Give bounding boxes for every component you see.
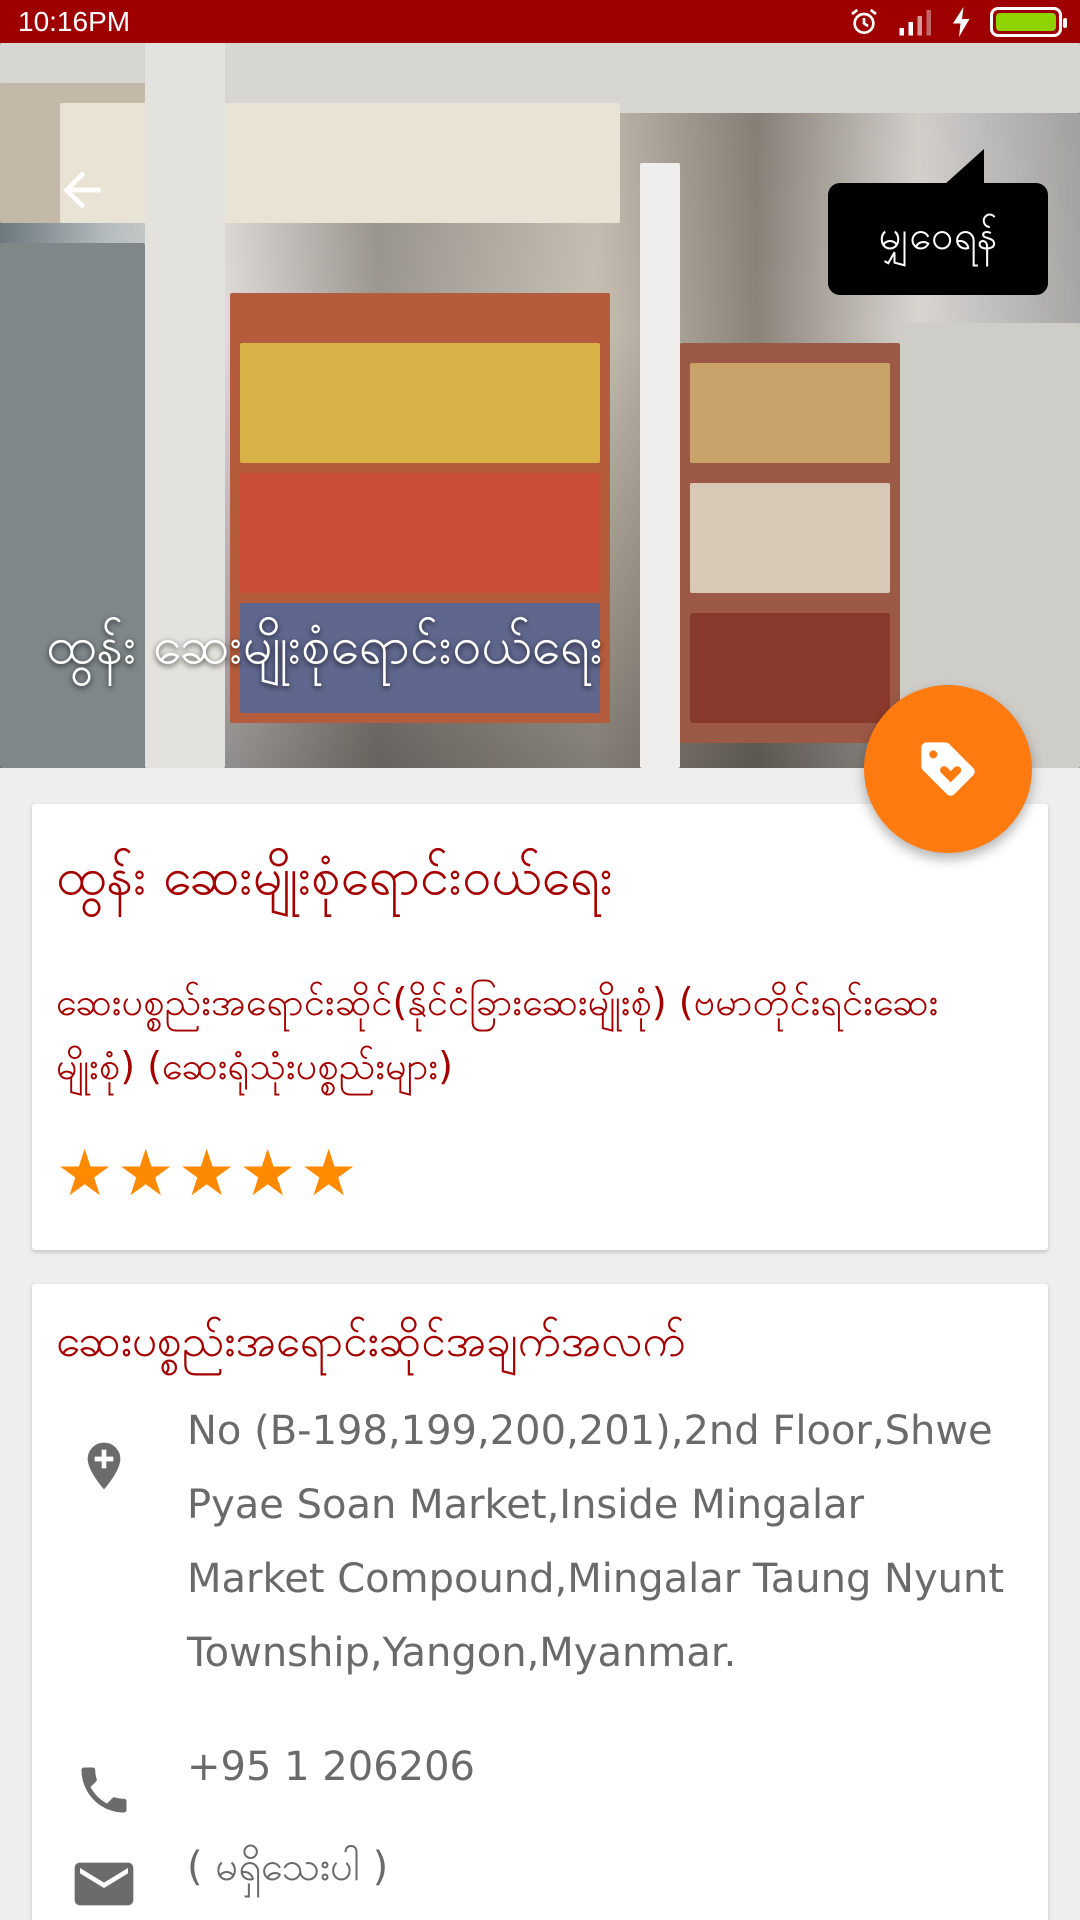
back-arrow-icon (63, 171, 101, 209)
status-icons (848, 6, 1067, 38)
phone-text: +95 1 206206 (187, 1744, 475, 1790)
status-time: 10:16PM (18, 5, 131, 37)
charging-icon (953, 6, 970, 37)
email-text: ( မရှိသေးပါ ) (187, 1844, 389, 1890)
star-icon: ★ (300, 1137, 358, 1211)
shop-summary-card: ထွန်း ဆေးမျိုးစုံရောင်းဝယ်ရေး ဆေးပစ္စည်း… (32, 804, 1048, 1250)
alarm-icon (851, 8, 877, 34)
back-button[interactable] (50, 158, 114, 222)
phone-icon (72, 1758, 136, 1822)
signal-icon (899, 9, 931, 35)
add-location-icon (72, 1434, 136, 1498)
star-icon: ★ (239, 1137, 297, 1211)
email-icon (72, 1852, 136, 1916)
shop-category: ဆေးပစ္စည်းအရောင်းဆိုင်(နိုင်ငံခြားဆေးမျိ… (56, 980, 939, 1088)
share-tooltip-label: မျှဝေရန် (878, 212, 998, 259)
battery-icon (990, 6, 1067, 37)
address-text: No (B-198,199,200,201),2nd Floor,Shwe Py… (187, 1408, 1005, 1676)
info-title: ဆေးပစ္စည်းအရောင်းဆိုင်အချက်အလက် (56, 1316, 686, 1367)
hero-title: ထွန်း ဆေးမျိုးစုံရောင်းဝယ်ရေး (46, 616, 603, 676)
rating-stars: ★ ★ ★ ★ ★ (56, 1142, 361, 1206)
favorite-tag-button[interactable] (864, 685, 1032, 853)
star-icon: ★ (117, 1137, 175, 1211)
share-tooltip[interactable]: မျှဝေရန် (828, 149, 1048, 295)
star-icon: ★ (178, 1137, 236, 1211)
status-bar: 10:16PM (0, 0, 1080, 43)
hero-image: မျှဝေရန် ထွန်း ဆေးမျိုးစုံရောင်းဝယ်ရေး (0, 43, 1080, 768)
shop-name: ထွန်း ဆေးမျိုးစုံရောင်းဝယ်ရေး (56, 847, 613, 907)
shop-info-card: ဆေးပစ္စည်းအရောင်းဆိုင်အချက်အလက် No (B-19… (32, 1284, 1048, 1920)
star-icon: ★ (56, 1137, 114, 1211)
tag-heart-icon (921, 742, 975, 796)
